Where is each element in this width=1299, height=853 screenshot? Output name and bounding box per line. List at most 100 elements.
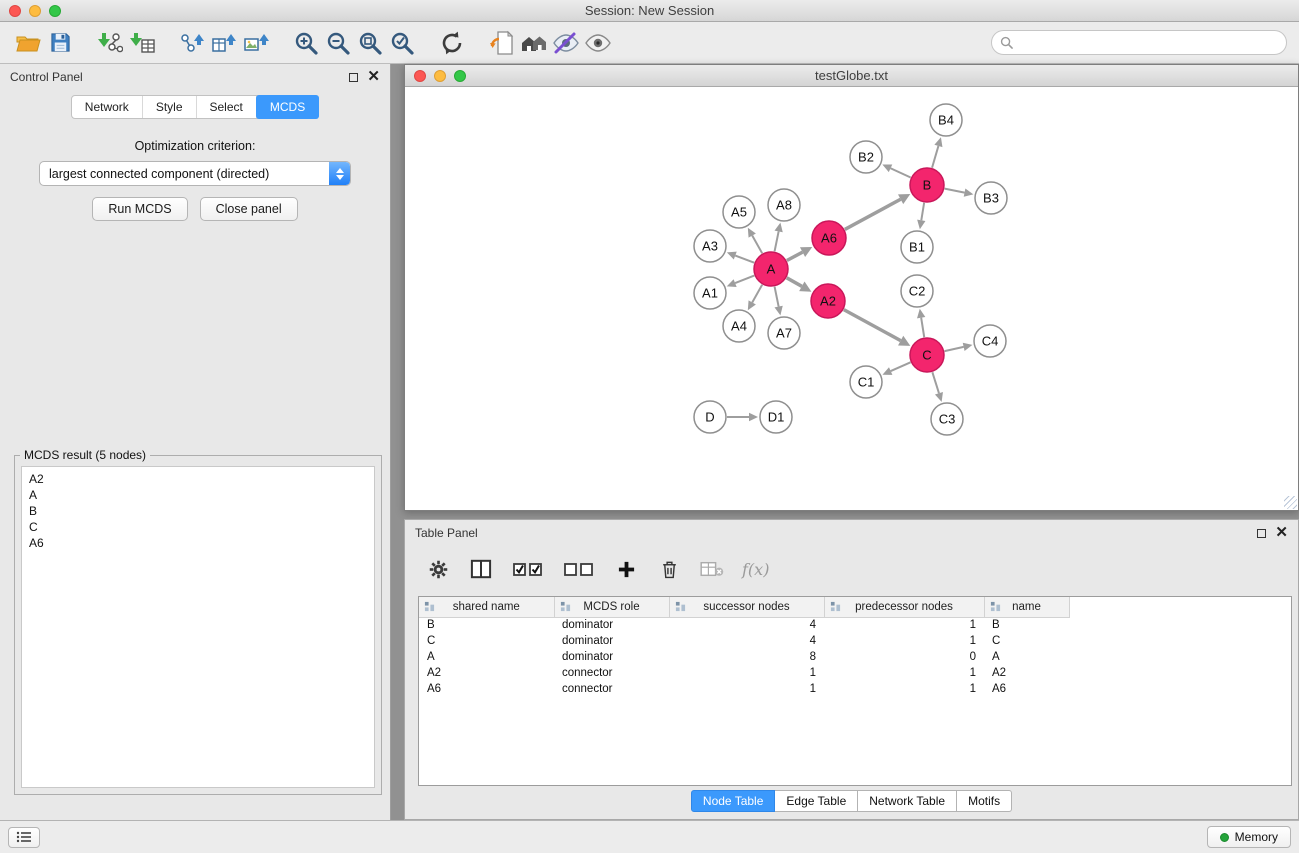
graph-edge[interactable] bbox=[932, 372, 939, 393]
table-cell[interactable]: A bbox=[419, 649, 554, 665]
add-column-icon[interactable] bbox=[468, 556, 494, 582]
graph-edge[interactable] bbox=[932, 146, 938, 168]
table-cell[interactable]: A2 bbox=[984, 665, 1069, 681]
table-cell[interactable]: 0 bbox=[824, 649, 984, 665]
apply-preferred-layout-icon[interactable] bbox=[436, 27, 468, 59]
run-mcds-button[interactable]: Run MCDS bbox=[92, 197, 187, 221]
table-cell[interactable]: 4 bbox=[669, 617, 824, 633]
tab-edge-table[interactable]: Edge Table bbox=[775, 790, 858, 812]
table-cell[interactable]: 1 bbox=[824, 617, 984, 633]
delete-table-icon[interactable] bbox=[699, 556, 725, 582]
import-table-file-icon[interactable] bbox=[126, 27, 158, 59]
table-cell[interactable]: 1 bbox=[669, 665, 824, 681]
table-cell[interactable]: A6 bbox=[984, 681, 1069, 697]
close-panel-x-icon[interactable]: ✕ bbox=[367, 72, 380, 82]
table-cell[interactable]: 1 bbox=[824, 633, 984, 649]
mcds-result-item[interactable]: C bbox=[29, 519, 367, 535]
graph-edge[interactable] bbox=[891, 168, 911, 177]
export-network-icon[interactable] bbox=[176, 27, 208, 59]
table-cell[interactable]: 1 bbox=[824, 665, 984, 681]
graph-edge[interactable] bbox=[921, 203, 924, 221]
network-window-titlebar[interactable]: testGlobe.txt bbox=[405, 65, 1298, 87]
table-row[interactable]: Adominator80A bbox=[419, 649, 1069, 665]
table-cell[interactable]: dominator bbox=[554, 617, 669, 633]
mcds-result-list[interactable]: A2ABCA6 bbox=[21, 466, 375, 788]
table-cell[interactable]: connector bbox=[554, 681, 669, 697]
close-table-panel-x-icon[interactable]: ✕ bbox=[1275, 528, 1288, 538]
network-canvas[interactable]: AA1A2A3A4A5A6A7A8BB1B2B3B4CC1C2C3C4DD1 bbox=[405, 87, 1298, 510]
table-cell[interactable]: 4 bbox=[669, 633, 824, 649]
criterion-dropdown[interactable]: largest connected component (directed) bbox=[39, 161, 351, 186]
add-row-icon[interactable] bbox=[613, 556, 639, 582]
zoom-out-icon[interactable] bbox=[322, 27, 354, 59]
function-builder-icon[interactable]: f(x) bbox=[742, 560, 769, 579]
open-session-icon[interactable] bbox=[12, 27, 44, 59]
node-table-container[interactable]: shared nameMCDS rolesuccessor nodesprede… bbox=[418, 596, 1292, 786]
table-row[interactable]: Bdominator41B bbox=[419, 617, 1069, 633]
zoom-selected-icon[interactable] bbox=[386, 27, 418, 59]
import-network-file-icon[interactable] bbox=[94, 27, 126, 59]
graph-edge[interactable] bbox=[844, 310, 901, 341]
table-cell[interactable]: C bbox=[984, 633, 1069, 649]
search-field[interactable] bbox=[991, 30, 1287, 55]
table-cell[interactable]: 1 bbox=[824, 681, 984, 697]
mcds-result-item[interactable]: B bbox=[29, 503, 367, 519]
hide-graphics-details-icon[interactable] bbox=[550, 27, 582, 59]
column-header-shared-name[interactable]: shared name bbox=[419, 597, 554, 617]
table-row[interactable]: Cdominator41C bbox=[419, 633, 1069, 649]
memory-button[interactable]: Memory bbox=[1207, 826, 1291, 848]
select-all-icon[interactable] bbox=[511, 556, 545, 582]
table-cell[interactable]: 8 bbox=[669, 649, 824, 665]
graph-edge[interactable] bbox=[891, 362, 911, 371]
table-cell[interactable]: 1 bbox=[669, 681, 824, 697]
table-row[interactable]: A2connector11A2 bbox=[419, 665, 1069, 681]
table-cell[interactable]: dominator bbox=[554, 649, 669, 665]
graph-edge[interactable] bbox=[775, 287, 779, 307]
float-table-panel-icon[interactable] bbox=[1257, 529, 1266, 538]
deselect-all-icon[interactable] bbox=[562, 556, 596, 582]
tab-select[interactable]: Select bbox=[197, 96, 257, 118]
task-history-button[interactable] bbox=[8, 827, 40, 848]
table-cell[interactable]: A bbox=[984, 649, 1069, 665]
graph-edge[interactable] bbox=[752, 285, 762, 303]
graph-edge[interactable] bbox=[921, 318, 924, 338]
tab-mcds[interactable]: MCDS bbox=[256, 95, 319, 119]
column-header-predecessor-nodes[interactable]: predecessor nodes bbox=[824, 597, 984, 617]
graph-edge[interactable] bbox=[735, 256, 754, 263]
graph-edge[interactable] bbox=[787, 278, 802, 287]
graph-edge[interactable] bbox=[787, 252, 803, 260]
export-table-icon[interactable] bbox=[208, 27, 240, 59]
table-cell[interactable]: connector bbox=[554, 665, 669, 681]
show-graphics-details-icon[interactable] bbox=[582, 27, 614, 59]
graph-edge[interactable] bbox=[945, 347, 964, 351]
table-cell[interactable]: C bbox=[419, 633, 554, 649]
close-panel-button[interactable]: Close panel bbox=[200, 197, 298, 221]
graph-edge[interactable] bbox=[735, 276, 754, 284]
window-titlebar[interactable]: Session: New Session bbox=[0, 0, 1299, 22]
table-cell[interactable]: B bbox=[419, 617, 554, 633]
table-row[interactable]: A6connector11A6 bbox=[419, 681, 1069, 697]
table-cell[interactable]: A6 bbox=[419, 681, 554, 697]
zoom-fit-icon[interactable] bbox=[354, 27, 386, 59]
graph-edge[interactable] bbox=[752, 236, 762, 254]
save-session-icon[interactable] bbox=[44, 27, 76, 59]
export-image-icon[interactable] bbox=[240, 27, 272, 59]
open-network-document-icon[interactable] bbox=[486, 27, 518, 59]
column-header-name[interactable]: name bbox=[984, 597, 1069, 617]
graph-edge[interactable] bbox=[945, 189, 965, 193]
mcds-result-item[interactable]: A6 bbox=[29, 535, 367, 551]
zoom-in-icon[interactable] bbox=[290, 27, 322, 59]
tab-style[interactable]: Style bbox=[143, 96, 197, 118]
table-cell[interactable]: dominator bbox=[554, 633, 669, 649]
column-header-successor-nodes[interactable]: successor nodes bbox=[669, 597, 824, 617]
tab-network[interactable]: Network bbox=[72, 96, 143, 118]
float-panel-icon[interactable] bbox=[349, 73, 358, 82]
mcds-result-item[interactable]: A bbox=[29, 487, 367, 503]
column-header-MCDS-role[interactable]: MCDS role bbox=[554, 597, 669, 617]
tab-motifs[interactable]: Motifs bbox=[957, 790, 1012, 812]
table-cell[interactable]: A2 bbox=[419, 665, 554, 681]
tab-network-table[interactable]: Network Table bbox=[858, 790, 957, 812]
search-input[interactable] bbox=[1018, 36, 1278, 50]
resize-grip[interactable] bbox=[1284, 496, 1297, 509]
graph-edge[interactable] bbox=[775, 231, 779, 251]
